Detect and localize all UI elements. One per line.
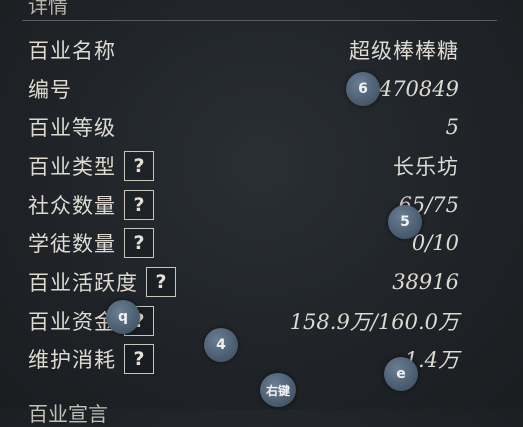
key-hint-e: e bbox=[384, 357, 418, 391]
info-row-id: 编号 470849 bbox=[28, 72, 459, 106]
row-value: 超级棒棒糖 bbox=[349, 39, 459, 63]
row-label: 百业等级 bbox=[28, 116, 116, 140]
info-row-level: 百业等级 5 bbox=[28, 110, 459, 144]
row-value: 长乐坊 bbox=[393, 155, 459, 179]
header-divider bbox=[22, 20, 497, 21]
declaration-label: 百业宣言 bbox=[28, 402, 108, 426]
info-row-activity: 百业活跃度 ? 38916 bbox=[28, 265, 459, 299]
help-button[interactable]: ? bbox=[124, 190, 154, 220]
row-label: 百业资金 bbox=[28, 310, 116, 334]
key-hint-5: 5 bbox=[388, 205, 422, 239]
row-label: 百业名称 bbox=[28, 39, 116, 63]
row-label: 百业活跃度 bbox=[28, 271, 138, 295]
help-button[interactable]: ? bbox=[124, 151, 154, 181]
help-button[interactable]: ? bbox=[124, 344, 154, 374]
key-hint-right-click: 右键 bbox=[260, 373, 296, 407]
info-row-type: 百业类型 ? 长乐坊 bbox=[28, 149, 459, 183]
section-title: 详情 bbox=[28, 0, 68, 18]
row-label: 维护消耗 bbox=[28, 348, 116, 372]
info-row-funds: 百业资金 ? 158.9万/160.0万 bbox=[28, 304, 459, 338]
row-value: 5 bbox=[445, 115, 459, 139]
row-value: 158.9万/160.0万 bbox=[289, 310, 459, 334]
key-hint-q: q bbox=[106, 300, 140, 334]
key-hint-4: 4 bbox=[204, 328, 238, 362]
help-button[interactable]: ? bbox=[124, 228, 154, 258]
help-button[interactable]: ? bbox=[146, 267, 176, 297]
row-label: 学徒数量 bbox=[28, 232, 116, 256]
row-value: 38916 bbox=[392, 270, 459, 294]
row-value: 0/10 bbox=[411, 231, 459, 255]
row-value: 470849 bbox=[378, 77, 459, 101]
key-hint-6: 6 bbox=[346, 72, 380, 106]
row-label: 编号 bbox=[28, 78, 72, 102]
row-label: 百业类型 bbox=[28, 155, 116, 179]
info-row-name: 百业名称 超级棒棒糖 bbox=[28, 33, 459, 67]
row-label: 社众数量 bbox=[28, 194, 116, 218]
